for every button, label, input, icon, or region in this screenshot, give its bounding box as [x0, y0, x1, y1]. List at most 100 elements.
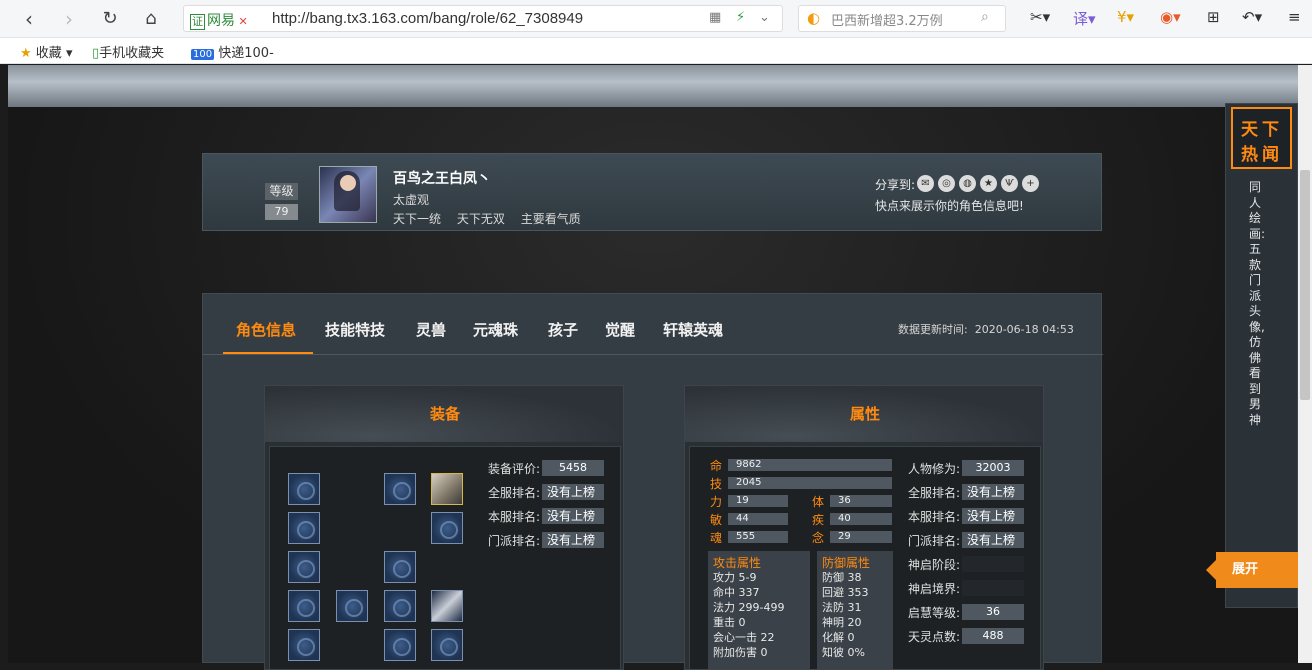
wechat-icon[interactable]: ✉: [917, 175, 934, 192]
bookmarks-bar: ★ 收藏 ▾ ▯手机收藏夹 100 快递100-: [0, 38, 1312, 64]
tab-xuanyuan-heroes[interactable]: 轩辕英魂: [663, 319, 723, 340]
attack-attributes-box: 攻击属性 攻力 5-9 命中 337 法力 299-499 重击 0 会心一击 …: [708, 551, 810, 669]
news-sidebar[interactable]: 天下 热闻 同人绘画:五款门派头像,仿佛看到男神: [1225, 103, 1298, 608]
local-rank-value: 没有上榜: [962, 508, 1024, 524]
news-headline[interactable]: 同人绘画:五款门派头像,仿佛看到男神: [1249, 180, 1265, 428]
stat-value: 40: [830, 513, 892, 525]
tab-divider: [203, 354, 1103, 355]
forward-icon[interactable]: ›: [56, 6, 82, 32]
stat-label: 力: [710, 495, 723, 509]
equip-slot[interactable]: [336, 590, 368, 622]
defense-row: 法防 31: [822, 601, 862, 614]
hp-label: 命: [710, 459, 723, 473]
qzone-icon[interactable]: ★: [980, 175, 997, 192]
undo-icon[interactable]: ↶▾: [1242, 8, 1262, 26]
translate-icon[interactable]: 译▾: [1073, 8, 1096, 29]
stat-label: 疾: [812, 513, 825, 527]
bookmark-kuaidi100[interactable]: 100 快递100-: [191, 42, 274, 61]
tag: 天下一统: [393, 212, 442, 226]
refresh-icon[interactable]: ↻: [97, 6, 123, 32]
bookmark-mobile[interactable]: ▯手机收藏夹: [92, 42, 164, 61]
home-icon[interactable]: ⌂: [138, 6, 164, 32]
equip-slot[interactable]: [384, 629, 416, 661]
url-text[interactable]: http://bang.tx3.163.com/bang/role/62_730…: [272, 10, 583, 27]
equip-slot[interactable]: [288, 629, 320, 661]
cultivation-label: 人物修为:: [908, 462, 961, 476]
attributes-body: 命 9862 技 2045 力 19 体 36 敏 44 疾 40 魂 555 …: [689, 446, 1041, 669]
search-icon[interactable]: ⌕: [981, 9, 989, 25]
local-rank-value: 没有上榜: [542, 508, 604, 524]
lightning-icon[interactable]: ⚡: [736, 10, 745, 25]
apps-grid-icon[interactable]: ⊞: [1207, 8, 1220, 26]
chevron-down-icon[interactable]: ⌄: [759, 10, 770, 25]
menu-icon[interactable]: ≡: [1288, 8, 1301, 26]
equip-slot[interactable]: [431, 629, 463, 661]
attack-row: 附加伤害 0: [713, 646, 768, 659]
equip-item-scroll[interactable]: [431, 473, 463, 505]
stat-value: 29: [830, 531, 892, 543]
server-rank-label: 全服排名:: [908, 486, 961, 500]
tab-awakening[interactable]: 觉醒: [605, 319, 635, 340]
spirit-points-value: 488: [962, 628, 1024, 644]
equip-slot[interactable]: [384, 551, 416, 583]
main-panel: 角色信息 技能特技 灵兽 元魂珠 孩子 觉醒 轩辕英魂 数据更新时间: 2020…: [202, 293, 1103, 670]
search-input[interactable]: 巴西新增超3.2万例: [831, 10, 943, 29]
stat-value: 36: [830, 495, 892, 507]
back-icon[interactable]: ‹: [16, 6, 42, 32]
equipment-body: 装备评价: 5458 全服排名: 没有上榜 本服排名: 没有上榜 门派排名: 没…: [269, 446, 621, 669]
tencent-weibo-icon[interactable]: Ѱ: [1001, 175, 1018, 192]
weibo-icon[interactable]: ◍: [959, 175, 976, 192]
equipment-card: 装备 装备评价: 5458 全服排名: 没有上榜 本服排名: 没有上榜 门派排名…: [264, 385, 624, 670]
local-rank-label: 本服排名:: [908, 510, 961, 524]
coupon-icon[interactable]: ¥▾: [1117, 8, 1134, 26]
school-rank-value: 没有上榜: [542, 532, 604, 548]
scissors-icon[interactable]: ✂▾: [1030, 8, 1050, 26]
star-icon: ★: [20, 46, 32, 61]
certificate-badge[interactable]: 证网易 ✕: [190, 10, 248, 30]
divine-stage-label: 神启阶段:: [908, 558, 961, 572]
equip-slot[interactable]: [288, 473, 320, 505]
wisdom-level-value: 36: [962, 604, 1024, 620]
equip-slot[interactable]: [431, 512, 463, 544]
character-tags: 天下一统 天下无双 主要看气质: [393, 210, 593, 227]
equip-slot[interactable]: [384, 590, 416, 622]
hp-bar: 9862: [728, 459, 892, 471]
tab-soul-orbs[interactable]: 元魂珠: [473, 319, 518, 340]
stat-label: 魂: [710, 531, 723, 545]
address-bar[interactable]: 证网易 ✕ http://bang.tx3.163.com/bang/role/…: [183, 5, 783, 32]
defense-row: 化解 0: [822, 631, 855, 644]
kuaidi-icon: 100: [191, 49, 215, 60]
attack-row: 命中 337: [713, 586, 760, 599]
divine-realm-value: [962, 580, 1024, 596]
tag: 主要看气质: [520, 212, 581, 226]
local-rank-label: 本服排名:: [488, 510, 541, 524]
level-label: 等级: [265, 183, 298, 200]
tab-children[interactable]: 孩子: [548, 319, 578, 340]
expand-button[interactable]: 展开: [1206, 552, 1298, 588]
tab-skills[interactable]: 技能特技: [325, 319, 385, 340]
scrollbar-thumb[interactable]: [1300, 170, 1310, 400]
browser-toolbar: ‹ › ↻ ⌂ 证网易 ✕ http://bang.tx3.163.com/ba…: [0, 0, 1312, 38]
search-engine-icon[interactable]: ◐: [807, 9, 820, 27]
attack-row: 会心一击 22: [713, 631, 775, 644]
plus-icon[interactable]: +: [1022, 175, 1039, 192]
school-rank-value: 没有上榜: [962, 532, 1024, 548]
equipment-title: 装备: [429, 405, 460, 423]
equip-slot[interactable]: [288, 512, 320, 544]
qq-icon[interactable]: ◎: [938, 175, 955, 192]
tab-role-info[interactable]: 角色信息: [236, 319, 296, 340]
equip-slot[interactable]: [288, 551, 320, 583]
equip-item-sword[interactable]: [431, 590, 463, 622]
divine-realm-label: 神启境界:: [908, 582, 961, 596]
qr-code-icon[interactable]: ▦: [709, 10, 721, 25]
equip-slot[interactable]: [288, 590, 320, 622]
mp-label: 技: [710, 477, 723, 491]
character-name: 百鸟之王白凤丶: [393, 171, 491, 187]
bookmark-favorites[interactable]: ★ 收藏 ▾: [20, 42, 72, 61]
server-rank-value: 没有上榜: [962, 484, 1024, 500]
tab-pets[interactable]: 灵兽: [416, 319, 446, 340]
equip-slot[interactable]: [384, 473, 416, 505]
game-icon[interactable]: ◉▾: [1160, 8, 1181, 26]
defense-attributes-box: 防御属性 防御 38 回避 353 法防 31 神明 20 化解 0 知彼 0%: [817, 551, 893, 669]
search-box[interactable]: ◐ 巴西新增超3.2万例 ⌕: [798, 5, 1006, 32]
